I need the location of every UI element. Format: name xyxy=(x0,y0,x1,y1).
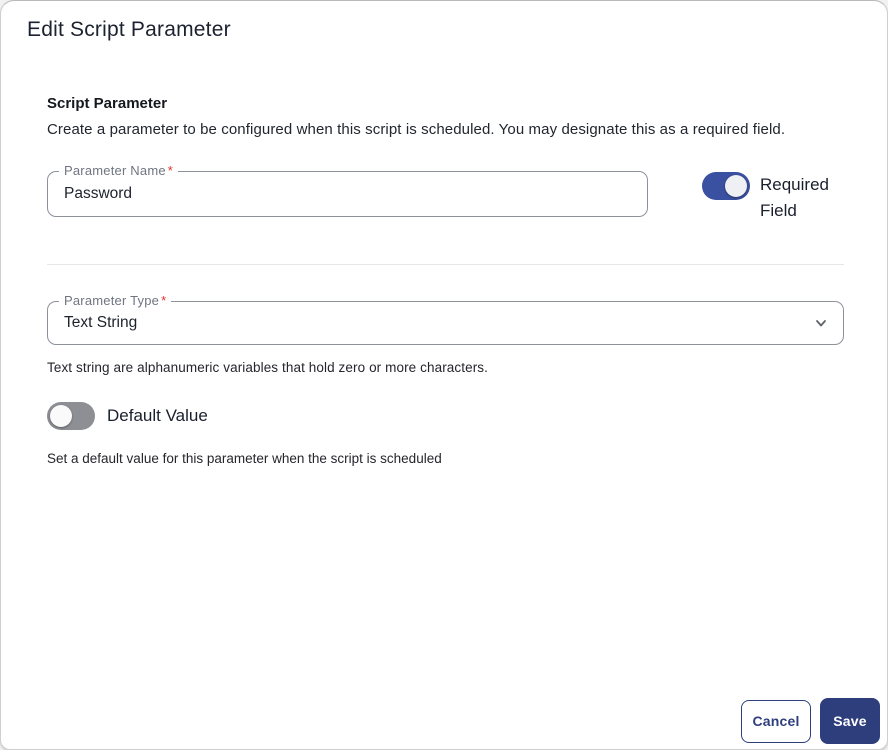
parameter-name-field[interactable]: Parameter Name * xyxy=(47,163,648,217)
dialog-title: Edit Script Parameter xyxy=(27,18,231,41)
parameter-type-helper: Text string are alphanumeric variables t… xyxy=(47,360,488,375)
parameter-type-select[interactable]: Parameter Type * Text String xyxy=(47,293,844,345)
required-field-label: Required Field xyxy=(760,175,829,220)
chevron-down-icon[interactable] xyxy=(813,315,829,331)
edit-script-parameter-dialog: Edit Script Parameter Script Parameter C… xyxy=(0,0,888,750)
parameter-name-row: Parameter Name* Required Field xyxy=(47,163,844,224)
parameter-name-label: Parameter Name * xyxy=(59,163,179,178)
section-description: Create a parameter to be configured when… xyxy=(47,121,786,138)
parameter-name-input[interactable] xyxy=(48,185,647,203)
default-value-row: Default Value xyxy=(47,402,844,430)
cancel-button[interactable]: Cancel xyxy=(741,699,811,743)
default-value-helper: Set a default value for this parameter w… xyxy=(47,451,442,466)
section-divider xyxy=(47,264,844,265)
toggle-knob xyxy=(725,175,747,197)
default-value-label: Default Value xyxy=(107,406,208,425)
dialog-footer: Cancel Save xyxy=(741,698,880,744)
save-button[interactable]: Save xyxy=(820,698,880,744)
required-field-toggle-group: Required Field xyxy=(702,171,844,224)
required-field-toggle[interactable] xyxy=(702,172,750,200)
required-asterisk: * xyxy=(167,163,174,178)
toggle-knob xyxy=(50,405,72,427)
parameter-type-value: Text String xyxy=(64,314,138,331)
parameter-type-label: Parameter Type * xyxy=(59,293,172,308)
default-value-toggle[interactable] xyxy=(47,402,95,430)
dialog-content: Script Parameter Create a parameter to b… xyxy=(47,95,844,466)
required-asterisk: * xyxy=(161,293,167,308)
section-heading: Script Parameter xyxy=(47,95,168,112)
